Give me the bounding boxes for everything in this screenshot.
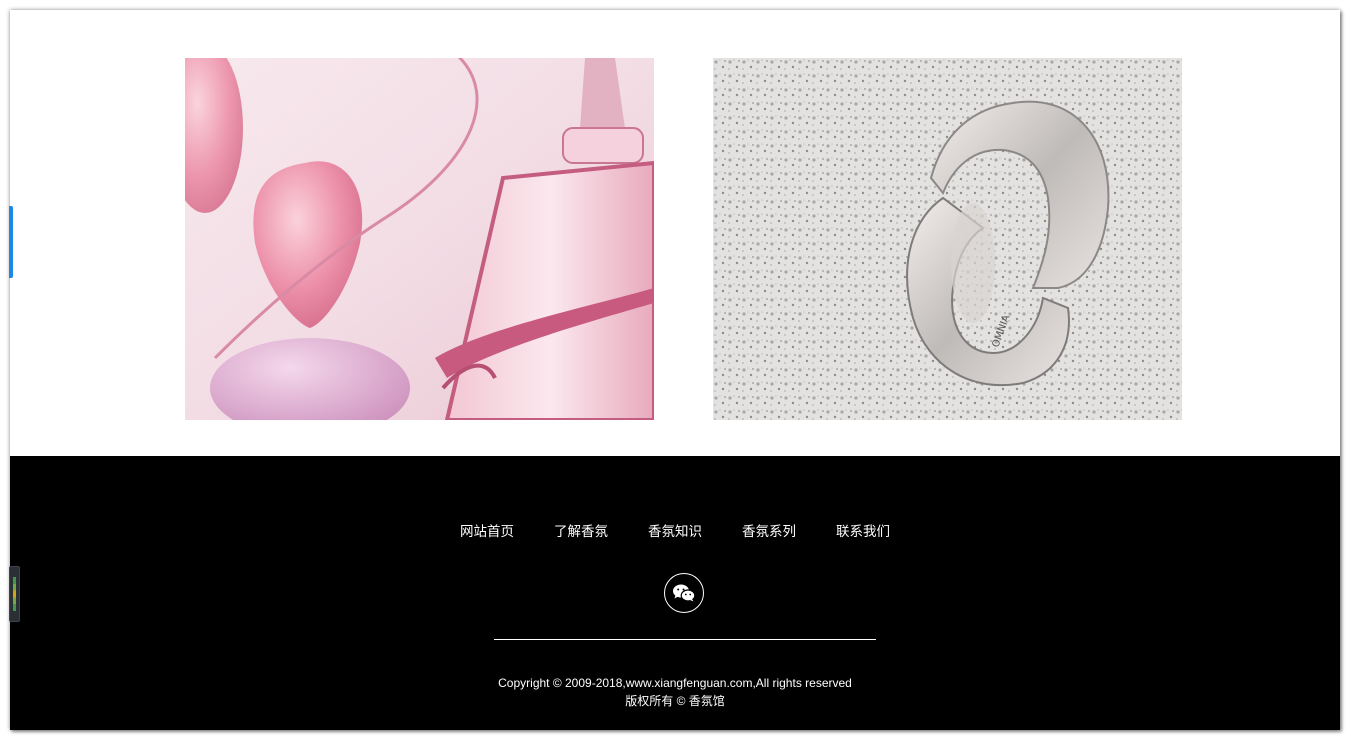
- side-widget[interactable]: [9, 566, 20, 622]
- side-tab-handle[interactable]: [9, 206, 13, 278]
- footer-divider: [494, 639, 876, 640]
- omnia-crystalline-photo[interactable]: OMNIA: [713, 58, 1182, 420]
- copyright-line-2: 版权所有 © 香氛馆: [625, 694, 725, 708]
- footer-nav: 网站首页 了解香氛 香氛知识 香氛系列 联系我们: [10, 520, 1340, 540]
- wechat-button[interactable]: [664, 573, 704, 613]
- footer-link-about[interactable]: 了解香氛: [554, 520, 608, 540]
- copyright-block: Copyright © 2009-2018,www.xiangfenguan.c…: [10, 674, 1340, 710]
- page-window: OMNIA 网站首页 了解香氛 香氛知识 香氛系列 联系我们 Copyright © 2…: [10, 10, 1340, 730]
- footer-link-contact[interactable]: 联系我们: [836, 520, 890, 540]
- footer-link-series[interactable]: 香氛系列: [742, 520, 796, 540]
- side-widget-meter: [13, 577, 16, 611]
- footer-link-knowledge[interactable]: 香氛知识: [648, 520, 702, 540]
- site-footer: 网站首页 了解香氛 香氛知识 香氛系列 联系我们 Copyright © 2009-20…: [10, 456, 1340, 730]
- perfume-balloon-photo[interactable]: [185, 58, 654, 420]
- product-gallery: OMNIA: [185, 58, 1182, 420]
- copyright-line-1: Copyright © 2009-2018,www.xiangfenguan.c…: [498, 676, 852, 690]
- wechat-icon: [673, 584, 696, 602]
- footer-link-home[interactable]: 网站首页: [460, 520, 514, 540]
